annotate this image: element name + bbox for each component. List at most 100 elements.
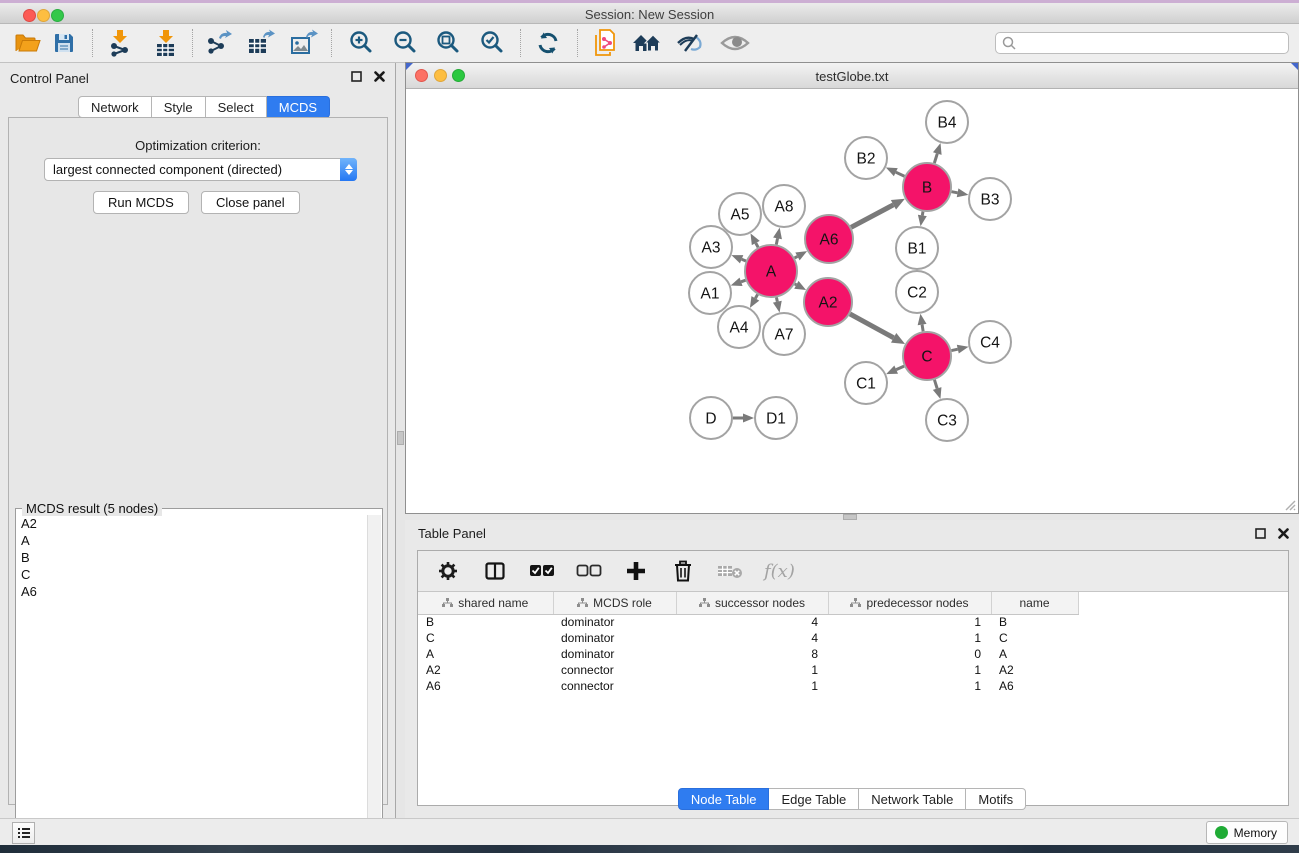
graph-edge-A-A4[interactable] xyxy=(750,294,759,307)
import-table-icon[interactable] xyxy=(151,28,181,58)
graph-node-A[interactable]: A xyxy=(745,245,797,297)
mcds-list-scrollbar[interactable] xyxy=(367,515,381,851)
tab-style[interactable]: Style xyxy=(152,96,206,118)
import-network-icon[interactable] xyxy=(105,28,135,58)
tab-mcds[interactable]: MCDS xyxy=(267,96,330,118)
table-cell[interactable]: C xyxy=(991,630,1078,646)
tab-select[interactable]: Select xyxy=(206,96,267,118)
table-cell[interactable]: A6 xyxy=(991,678,1078,694)
graph-node-C[interactable]: C xyxy=(903,332,951,380)
graph-edge-C-C4[interactable] xyxy=(951,345,968,354)
column-header-successor-nodes[interactable]: successor nodes xyxy=(676,592,828,614)
graph-edge-A-A1[interactable] xyxy=(731,278,746,286)
table-row[interactable]: A6connector11A6 xyxy=(418,678,1078,694)
table-cell[interactable]: 1 xyxy=(828,630,991,646)
graph-node-B2[interactable]: B2 xyxy=(845,137,887,179)
table-cell[interactable]: A xyxy=(418,646,553,662)
zoom-in-icon[interactable] xyxy=(346,28,376,58)
table-cell[interactable]: A2 xyxy=(991,662,1078,678)
hide-details-icon[interactable] xyxy=(675,28,705,58)
divider-handle[interactable] xyxy=(397,431,404,445)
graph-node-B3[interactable]: B3 xyxy=(969,178,1011,220)
graph-edge-D-D1[interactable] xyxy=(733,414,754,423)
close-panel-button[interactable]: Close panel xyxy=(201,191,300,214)
graph-edge-A2-C[interactable] xyxy=(850,314,905,344)
table-cell[interactable]: dominator xyxy=(553,614,676,630)
tab-edge-table[interactable]: Edge Table xyxy=(769,788,859,810)
graph-edge-A-A2[interactable] xyxy=(794,281,806,290)
graph-node-A7[interactable]: A7 xyxy=(763,313,805,355)
delete-column-trash-icon[interactable] xyxy=(670,558,696,584)
table-cell[interactable]: C xyxy=(418,630,553,646)
graph-node-A3[interactable]: A3 xyxy=(690,226,732,268)
export-image-icon[interactable] xyxy=(289,28,319,58)
table-cell[interactable]: 1 xyxy=(828,614,991,630)
graph-node-C3[interactable]: C3 xyxy=(926,399,968,441)
graph-edge-A-A6[interactable] xyxy=(795,251,807,260)
graph-node-B[interactable]: B xyxy=(903,163,951,211)
table-cell[interactable]: 1 xyxy=(676,678,828,694)
export-table-icon[interactable] xyxy=(246,28,276,58)
network-window-titlebar[interactable]: testGlobe.txt xyxy=(406,63,1298,89)
column-header-name[interactable]: name xyxy=(991,592,1078,614)
open-session-icon[interactable] xyxy=(13,28,43,58)
home-icon[interactable] xyxy=(632,28,662,58)
graph-node-B1[interactable]: B1 xyxy=(896,227,938,269)
close-panel-icon[interactable] xyxy=(1278,528,1289,539)
tab-network[interactable]: Network xyxy=(78,96,152,118)
graph-node-A4[interactable]: A4 xyxy=(718,306,760,348)
resize-grip-icon[interactable] xyxy=(1283,498,1296,511)
graph-node-A2[interactable]: A2 xyxy=(804,278,852,326)
refresh-icon[interactable] xyxy=(533,28,563,58)
graph-node-B4[interactable]: B4 xyxy=(926,101,968,143)
graph-node-C2[interactable]: C2 xyxy=(896,271,938,313)
export-network-icon[interactable] xyxy=(204,28,234,58)
deselect-all-columns-icon[interactable] xyxy=(576,558,602,584)
graph-edge-A-A8[interactable] xyxy=(773,228,782,245)
graph-node-D[interactable]: D xyxy=(690,397,732,439)
mcds-result-item[interactable]: C xyxy=(17,566,367,583)
graph-edge-A6-B[interactable] xyxy=(851,199,905,228)
table-cell[interactable]: 4 xyxy=(676,630,828,646)
tab-network-table[interactable]: Network Table xyxy=(859,788,966,810)
search-input[interactable] xyxy=(1017,34,1288,52)
tab-motifs[interactable]: Motifs xyxy=(966,788,1026,810)
table-cell[interactable]: dominator xyxy=(553,646,676,662)
memory-button[interactable]: Memory xyxy=(1206,821,1288,844)
mcds-result-item[interactable]: A xyxy=(17,532,367,549)
zoom-out-icon[interactable] xyxy=(390,28,420,58)
table-cell[interactable]: 0 xyxy=(828,646,991,662)
vertical-split-divider[interactable] xyxy=(396,63,405,818)
settings-gear-icon[interactable] xyxy=(435,558,461,584)
graph-node-A8[interactable]: A8 xyxy=(763,185,805,227)
table-cell[interactable]: dominator xyxy=(553,630,676,646)
table-cell[interactable]: A2 xyxy=(418,662,553,678)
graph-edge-A-A3[interactable] xyxy=(731,255,746,263)
graph-edge-C-C1[interactable] xyxy=(886,366,904,375)
table-cell[interactable]: connector xyxy=(553,678,676,694)
column-header-predecessor-nodes[interactable]: predecessor nodes xyxy=(828,592,991,614)
graph-node-D1[interactable]: D1 xyxy=(755,397,797,439)
table-cell[interactable]: A xyxy=(991,646,1078,662)
table-cell[interactable]: connector xyxy=(553,662,676,678)
table-cell[interactable]: 1 xyxy=(676,662,828,678)
graph-node-A6[interactable]: A6 xyxy=(805,215,853,263)
graph-node-C1[interactable]: C1 xyxy=(845,362,887,404)
graph-edge-B-B3[interactable] xyxy=(952,188,969,197)
graph-node-A5[interactable]: A5 xyxy=(719,193,761,235)
table-cell[interactable]: 8 xyxy=(676,646,828,662)
graph-edge-B-B1[interactable] xyxy=(918,212,927,227)
select-all-columns-icon[interactable] xyxy=(529,558,555,584)
graph-edge-A-A7[interactable] xyxy=(773,297,782,312)
graph-node-C4[interactable]: C4 xyxy=(969,321,1011,363)
mcds-result-item[interactable]: B xyxy=(17,549,367,566)
float-panel-icon[interactable] xyxy=(351,71,362,82)
graph-node-A1[interactable]: A1 xyxy=(689,272,731,314)
criterion-dropdown[interactable]: largest connected component (directed) xyxy=(44,158,357,181)
graph-edge-B-B2[interactable] xyxy=(886,167,905,176)
float-panel-icon[interactable] xyxy=(1255,528,1266,539)
new-network-from-selection-icon[interactable] xyxy=(590,28,620,58)
graph-edge-A-A5[interactable] xyxy=(751,233,760,247)
table-cell[interactable]: 1 xyxy=(828,662,991,678)
table-row[interactable]: Adominator80A xyxy=(418,646,1078,662)
